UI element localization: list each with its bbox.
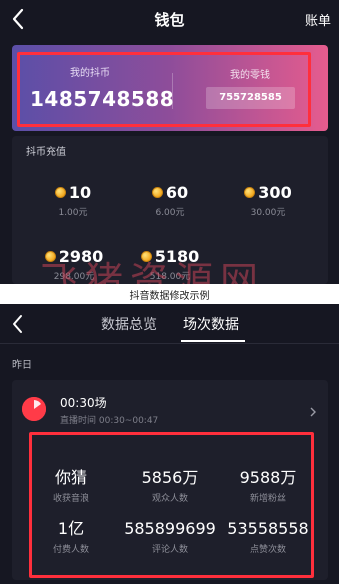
recharge-coins: 300 bbox=[258, 183, 292, 202]
tabs-divider bbox=[0, 343, 339, 344]
recharge-title: 抖币充值 bbox=[26, 147, 66, 158]
session-time: 直播时间 00:30~00:47 bbox=[60, 416, 159, 426]
tab-data-overview[interactable]: 数据总览 bbox=[101, 314, 157, 334]
recharge-price: 30.00元 bbox=[250, 208, 286, 218]
coin-icon bbox=[151, 187, 163, 198]
recharge-option[interactable]: 300 30.00元 bbox=[240, 183, 296, 218]
page-title: 钱包 bbox=[154, 11, 185, 29]
recharge-coins: 60 bbox=[165, 183, 189, 202]
coin-icon bbox=[244, 187, 256, 198]
tab-session-data[interactable]: 场次数据 bbox=[183, 314, 239, 334]
back-arrow-icon[interactable] bbox=[8, 312, 30, 336]
active-tab-indicator bbox=[181, 340, 245, 342]
recharge-price: 6.00元 bbox=[155, 208, 185, 218]
coin-icon bbox=[54, 187, 66, 198]
recharge-option[interactable]: 10 1.00元 bbox=[48, 183, 98, 218]
recharge-option[interactable]: 60 6.00元 bbox=[145, 183, 195, 218]
section-label: 昨日 bbox=[12, 360, 32, 371]
caption-text: 抖音数据修改示例 bbox=[129, 291, 210, 302]
highlight-box-balance bbox=[17, 52, 311, 127]
chevron-right-icon[interactable] bbox=[308, 403, 318, 417]
bill-link[interactable]: 账单 bbox=[305, 10, 331, 29]
recharge-coins: 10 bbox=[68, 183, 92, 202]
session-title: 00:30场 bbox=[60, 396, 107, 410]
live-clock-icon bbox=[22, 397, 46, 421]
recharge-price: 1.00元 bbox=[58, 208, 88, 218]
highlight-box-stats bbox=[29, 432, 314, 578]
